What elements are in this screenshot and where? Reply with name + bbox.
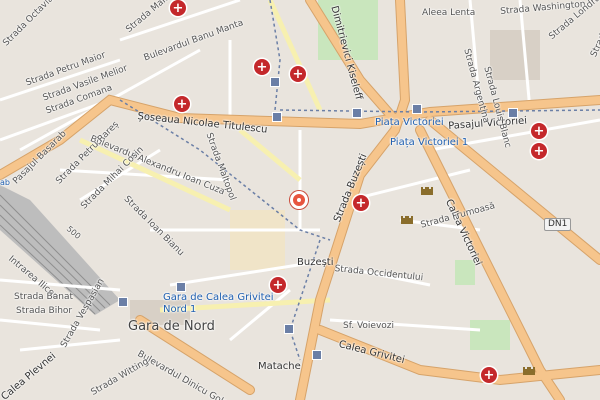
hospital-icon[interactable]: + — [254, 59, 270, 75]
metro-label: Piata Victoriei — [375, 117, 444, 128]
location-marker-icon[interactable] — [290, 191, 308, 209]
station-icon[interactable] — [352, 108, 362, 118]
rail-yard — [490, 30, 540, 80]
station-icon[interactable] — [176, 282, 186, 292]
hospital-icon[interactable]: + — [531, 143, 547, 159]
metro-label: ab — [0, 178, 10, 187]
place-label: Buzești — [297, 257, 334, 268]
hospital-icon[interactable]: + — [531, 123, 547, 139]
station-icon[interactable] — [412, 104, 422, 114]
station-icon[interactable] — [270, 77, 280, 87]
metro-label: Piața Victoriei 1 — [390, 137, 469, 148]
street-label: Strada Banat — [14, 292, 73, 302]
street-label: Strada Bihor — [16, 306, 73, 316]
station-icon[interactable] — [272, 112, 282, 122]
museum-icon[interactable] — [400, 212, 414, 224]
street-label: Sf. Voievozi — [343, 321, 395, 331]
hospital-icon[interactable]: + — [270, 277, 286, 293]
metro-label: Nord 1 — [163, 304, 197, 315]
museum-icon[interactable] — [420, 183, 434, 195]
park-area — [470, 320, 510, 350]
hospital-icon[interactable]: + — [290, 66, 306, 82]
station-icon[interactable] — [284, 324, 294, 334]
hospital-icon[interactable]: + — [170, 0, 186, 16]
station-icon[interactable] — [312, 350, 322, 360]
route-shield: DN1 — [544, 218, 572, 231]
museum-icon[interactable] — [522, 363, 536, 375]
map-view[interactable]: Bulevardul Banu Manta Strada Maior Strad… — [0, 0, 600, 400]
hospital-icon[interactable]: + — [174, 96, 190, 112]
station-icon[interactable] — [118, 297, 128, 307]
hospital-icon[interactable]: + — [353, 195, 369, 211]
landuse-area — [230, 210, 285, 270]
street-label: Aleea Lenta — [422, 8, 476, 18]
place-label: Matache — [258, 361, 301, 372]
metro-label: Gara de Calea Grivitei — [163, 292, 274, 303]
station-label: Gara de Nord — [128, 319, 215, 334]
station-icon[interactable] — [508, 108, 518, 118]
hospital-icon[interactable]: + — [481, 367, 497, 383]
